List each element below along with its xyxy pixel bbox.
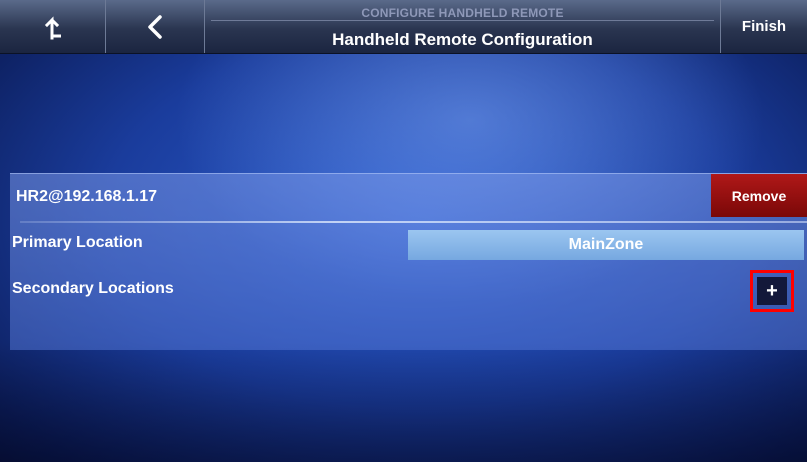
add-secondary-location-button[interactable]: + [757,277,787,305]
chevron-left-icon [148,14,162,39]
header-divider [211,20,714,21]
header-title-block: CONFIGURE HANDHELD REMOTE Handheld Remot… [205,0,721,53]
screen: CONFIGURE HANDHELD REMOTE Handheld Remot… [0,0,807,462]
page-title: Handheld Remote Configuration [332,30,593,49]
secondary-locations-label: Secondary Locations [12,280,174,297]
device-name: HR2@192.168.1.17 [16,188,158,205]
up-arrow-icon [44,15,61,39]
remove-button[interactable]: Remove [711,174,807,217]
primary-location-select[interactable]: MainZone [408,230,804,260]
highlight-outline: + [750,270,794,312]
home-button[interactable] [0,0,106,53]
plus-icon: + [766,280,778,302]
divider [20,221,807,223]
primary-location-label: Primary Location [12,234,143,251]
back-button[interactable] [106,0,205,53]
header-subtitle: CONFIGURE HANDHELD REMOTE [361,6,564,20]
top-bar: CONFIGURE HANDHELD REMOTE Handheld Remot… [0,0,807,54]
background-shade [0,342,807,462]
finish-button[interactable]: Finish [721,0,807,53]
remote-config-panel: HR2@192.168.1.17 Remove Primary Location… [10,173,807,350]
